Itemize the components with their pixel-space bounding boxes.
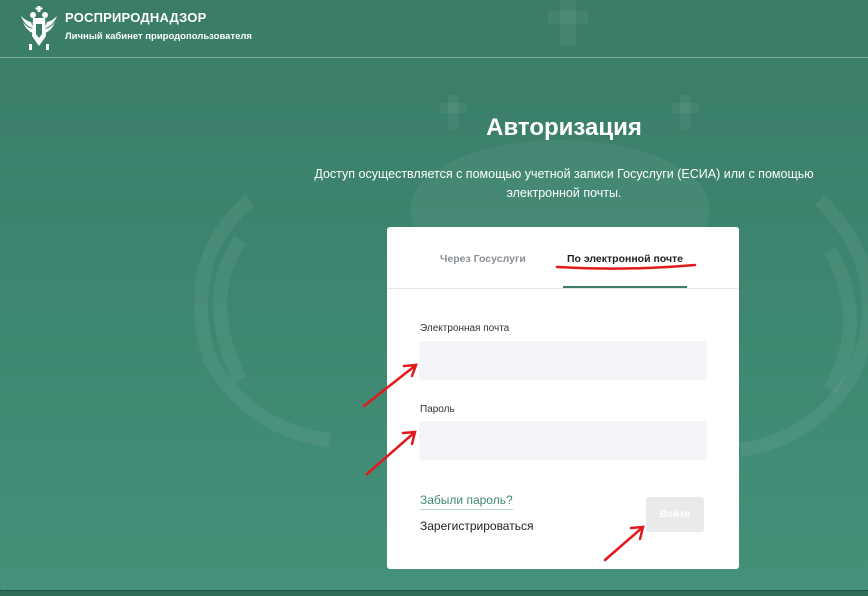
tab-email[interactable]: По электронной почте [563, 253, 687, 265]
login-card: Через Госуслуги По электронной почте Эле… [387, 227, 739, 569]
password-field[interactable] [419, 421, 707, 460]
tab-gosuslugi[interactable]: Через Госуслуги [440, 253, 526, 265]
login-button[interactable]: Войти [646, 497, 704, 532]
forgot-password-link[interactable]: Забыли пароль? [420, 493, 513, 510]
active-tab-indicator [563, 286, 687, 288]
site-header: РОСПРИРОДНАДЗОР Личный кабинет природопо… [0, 0, 868, 58]
page-description: Доступ осуществляется с помощью учетной … [314, 167, 814, 200]
bottom-edge [0, 590, 868, 596]
password-label: Пароль [420, 404, 455, 415]
email-field[interactable] [419, 341, 707, 380]
brand-title: РОСПРИРОДНАДЗОР [65, 10, 207, 25]
auth-tabs: Через Госуслуги По электронной почте [387, 227, 739, 289]
email-label: Электронная почта [420, 323, 510, 334]
brand-subtitle: Личный кабинет природопользователя [65, 31, 252, 42]
page-title: Авторизация [486, 114, 642, 141]
double-headed-eagle-emblem-icon[interactable] [19, 6, 59, 50]
register-link[interactable]: Зарегистрироваться [420, 519, 533, 533]
